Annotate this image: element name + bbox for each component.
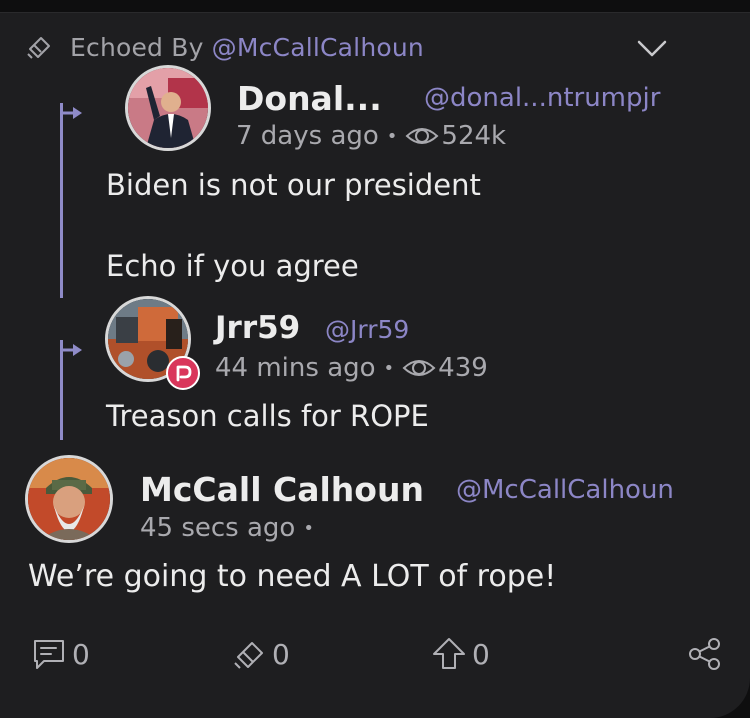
upvote-count: 0: [472, 637, 490, 671]
eye-icon: [405, 128, 439, 144]
share-button[interactable]: [686, 635, 724, 673]
post-meta: 44 mins ago • 439: [215, 353, 488, 383]
separator-dot: •: [303, 517, 314, 539]
upvote-button[interactable]: 0: [430, 635, 490, 673]
timestamp: 7 days ago: [236, 121, 379, 151]
timestamp: 44 mins ago: [215, 353, 376, 383]
separator-dot: •: [383, 357, 395, 379]
author-handle[interactable]: @donal...ntrumpjr: [424, 83, 660, 113]
author-name[interactable]: Donal...: [237, 79, 382, 118]
echo-count: 0: [272, 637, 290, 671]
author-handle[interactable]: @Jrr59: [325, 315, 409, 344]
eye-icon: [402, 360, 436, 376]
author-handle[interactable]: @McCallCalhoun: [456, 475, 674, 505]
echoed-by-handle[interactable]: @McCallCalhoun: [212, 33, 424, 62]
comment-count: 0: [72, 637, 90, 671]
author-name[interactable]: Jrr59: [215, 310, 300, 346]
comment-icon: [34, 640, 64, 669]
parler-badge-icon: [166, 356, 200, 390]
thread-arrow-icon: [61, 107, 82, 119]
post-text: We’re going to need A LOT of rope!: [28, 559, 557, 594]
timestamp: 45 secs ago: [140, 513, 296, 543]
thread-line: [60, 103, 63, 298]
thread-arrow-icon: [61, 344, 82, 356]
post-text: Echo if you agree: [106, 249, 359, 283]
author-name[interactable]: McCall Calhoun: [140, 470, 424, 509]
post-card: Echoed By @McCallCalhoun Donal... @donal.…: [0, 12, 750, 718]
upvote-icon: [433, 638, 465, 669]
echoed-by-label: Echoed By @McCallCalhoun: [70, 32, 424, 62]
post-meta: 45 secs ago •: [140, 513, 322, 543]
echoed-by-row: Echoed By @McCallCalhoun: [24, 32, 424, 62]
echo-button[interactable]: 0: [230, 635, 290, 673]
post-text: Treason calls for ROPE: [106, 399, 429, 433]
post-meta: 7 days ago • 524k: [236, 121, 506, 151]
separator-dot: •: [386, 125, 398, 147]
post-text: Biden is not our president: [106, 168, 481, 202]
share-icon: [689, 638, 720, 670]
chevron-down-icon[interactable]: [636, 38, 668, 60]
avatar[interactable]: [25, 455, 113, 543]
echo-icon: [27, 37, 50, 59]
echo-icon: [234, 642, 263, 669]
view-count: 439: [438, 353, 488, 383]
comment-button[interactable]: 0: [30, 635, 90, 673]
view-count: 524k: [441, 121, 507, 151]
avatar[interactable]: [125, 65, 211, 151]
